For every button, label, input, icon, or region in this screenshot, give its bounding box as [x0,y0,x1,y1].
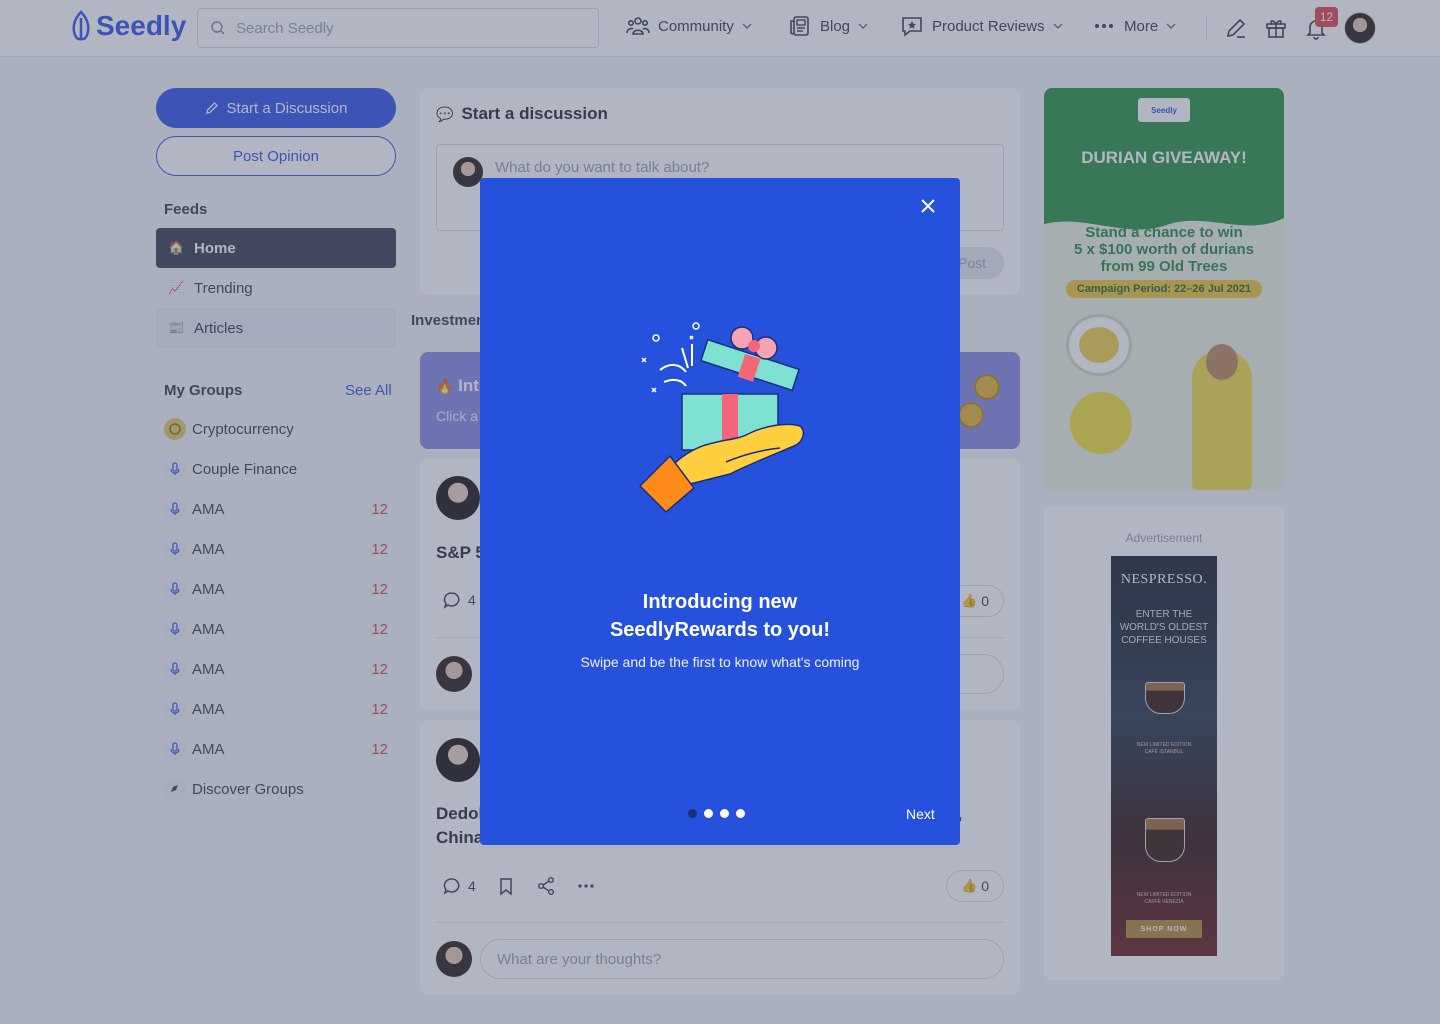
gift-hand-illustration [638,322,805,514]
pagination-dot[interactable] [720,809,729,818]
modal-title-line: Introducing new [642,591,798,613]
modal-title: Introducing new SeedlyRewards to you! [480,588,960,644]
pagination-dot[interactable] [704,809,713,818]
rewards-intro-modal: Introducing new SeedlyRewards to you! Sw… [480,178,960,845]
slide-pagination [688,809,745,818]
pagination-dot-active[interactable] [688,809,697,818]
modal-subtitle: Swipe and be the first to know what's co… [580,654,860,670]
pagination-dot[interactable] [736,809,745,818]
modal-title-line: SeedlyRewards to you! [609,619,831,641]
next-button[interactable]: Next [906,806,935,822]
close-icon[interactable] [918,196,938,216]
